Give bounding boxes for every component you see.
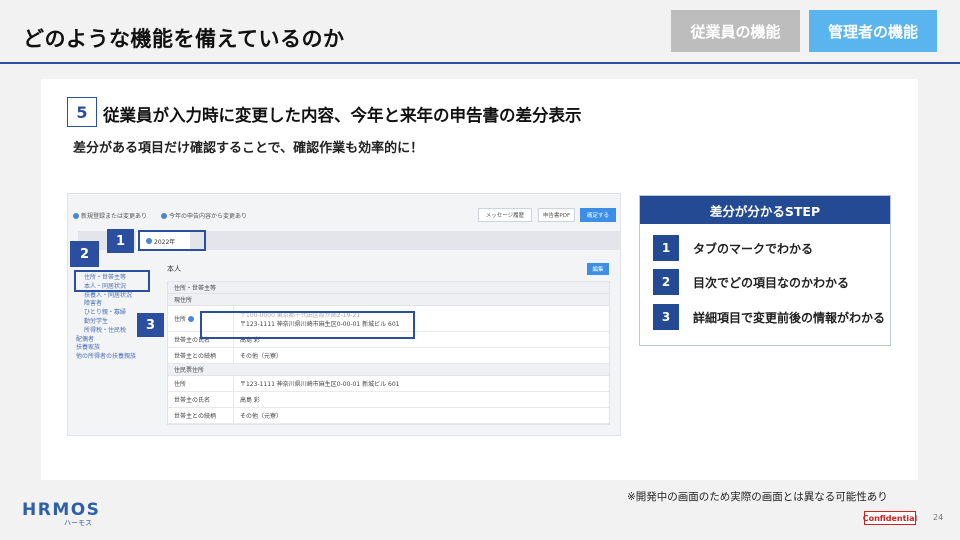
detail-table: 住所・世帯主等 現住所 住所 〒100-0000 東京都千代田区霞が関2-19-… bbox=[167, 281, 610, 425]
step-text: タブのマークでわかる bbox=[693, 241, 814, 256]
confidential-badge: Confidential bbox=[863, 511, 917, 525]
declaration-pdf-button[interactable]: 申告書PDF bbox=[538, 208, 575, 222]
employee-features-button[interactable]: 従業員の機能 bbox=[671, 10, 800, 52]
row-label: 世帯主との続柄 bbox=[168, 348, 234, 363]
info-dot-icon bbox=[161, 213, 167, 219]
callout-2: 2 bbox=[70, 241, 99, 267]
step-item: 2 目次でどの項目なのかわかる bbox=[653, 269, 849, 295]
row-value: 〒123-1111 神奈川県川崎市麻生区0-00-01 新城ビル 601 bbox=[240, 381, 400, 388]
title-divider bbox=[0, 62, 960, 64]
row-label: 世帯主との続柄 bbox=[168, 408, 234, 423]
highlight-tab bbox=[138, 230, 206, 251]
table-row: 世帯主との続柄 その他（元寮） bbox=[168, 408, 609, 424]
table-subheader: 現住所 bbox=[168, 294, 609, 306]
logo-text: HRMOS bbox=[22, 500, 101, 520]
table-row: 世帯主の氏名 高島 彩 bbox=[168, 392, 609, 408]
table-subheader: 住民票住所 bbox=[168, 364, 609, 376]
info-dot-icon bbox=[73, 213, 79, 219]
step-number: 2 bbox=[653, 269, 679, 295]
row-label: 住所 bbox=[168, 376, 234, 391]
legend-changed-label: 新規登録または変更あり bbox=[81, 213, 148, 220]
highlight-toc bbox=[74, 270, 150, 292]
toc-item[interactable]: 所得税・住民税 bbox=[76, 327, 136, 336]
admin-features-button[interactable]: 管理者の機能 bbox=[809, 10, 937, 52]
hrmos-logo: HRMOS ハーモス bbox=[22, 500, 100, 528]
legend-diff-label: 今年の申告内容から変更あり bbox=[169, 213, 248, 220]
address-label: 住所 bbox=[174, 316, 187, 323]
toc-item[interactable]: 障害者 bbox=[76, 300, 136, 309]
section-title: 本人 bbox=[167, 265, 181, 273]
step-text: 目次でどの項目なのかわかる bbox=[693, 275, 850, 290]
row-value: 高島 彩 bbox=[240, 397, 260, 404]
table-row: 世帯主との続柄 その他（元寮） bbox=[168, 348, 609, 364]
row-label: 世帯主の氏名 bbox=[168, 392, 234, 407]
row-value: その他（元寮） bbox=[240, 413, 283, 420]
diff-dot-icon bbox=[187, 315, 194, 322]
callout-1: 1 bbox=[107, 229, 134, 253]
row-value: その他（元寮） bbox=[240, 353, 283, 360]
legend-diff: 今年の申告内容から変更あり bbox=[161, 211, 247, 220]
page-title: どのような機能を備えているのか bbox=[23, 27, 345, 51]
step-panel-title: 差分が分かるSTEP bbox=[640, 196, 890, 224]
toc-item[interactable]: 他の所得者の扶養親族 bbox=[76, 353, 136, 362]
step-number: 1 bbox=[653, 235, 679, 261]
legend-changed: 新規登録または変更あり bbox=[73, 211, 147, 220]
disclaimer-note: ※開発中の画面のため実際の画面とは異なる可能性あり bbox=[627, 491, 888, 503]
callout-3: 3 bbox=[137, 313, 164, 337]
table-group-header: 住所・世帯主等 bbox=[168, 282, 609, 294]
highlight-address bbox=[200, 311, 415, 339]
step-number: 3 bbox=[653, 304, 679, 330]
step-item: 1 タブのマークでわかる bbox=[653, 235, 813, 261]
step-item: 3 詳細項目で変更前後の情報がわかる bbox=[653, 304, 885, 330]
edit-button[interactable]: 編集 bbox=[587, 263, 609, 275]
feature-number-badge: 5 bbox=[67, 97, 97, 127]
confirm-button[interactable]: 確定する bbox=[580, 208, 616, 222]
toc-item[interactable]: 扶養家族 bbox=[76, 344, 136, 353]
page-number: 24 bbox=[933, 513, 944, 522]
feature-heading: 従業員が入力時に変更した内容、今年と来年の申告書の差分表示 bbox=[103, 106, 582, 125]
step-text: 詳細項目で変更前後の情報がわかる bbox=[693, 310, 886, 325]
toc-item[interactable]: 勤労学生 bbox=[76, 318, 136, 327]
feature-subheading: 差分がある項目だけ確認することで、確認作業も効率的に！ bbox=[73, 141, 424, 156]
step-panel: 差分が分かるSTEP 1 タブのマークでわかる 2 目次でどの項目なのかわかる … bbox=[639, 195, 891, 346]
toc-item[interactable]: ひとり親・寡婦 bbox=[76, 309, 136, 318]
table-row: 住所 〒123-1111 神奈川県川崎市麻生区0-00-01 新城ビル 601 bbox=[168, 376, 609, 392]
message-history-button[interactable]: メッセージ履歴 bbox=[478, 208, 532, 222]
